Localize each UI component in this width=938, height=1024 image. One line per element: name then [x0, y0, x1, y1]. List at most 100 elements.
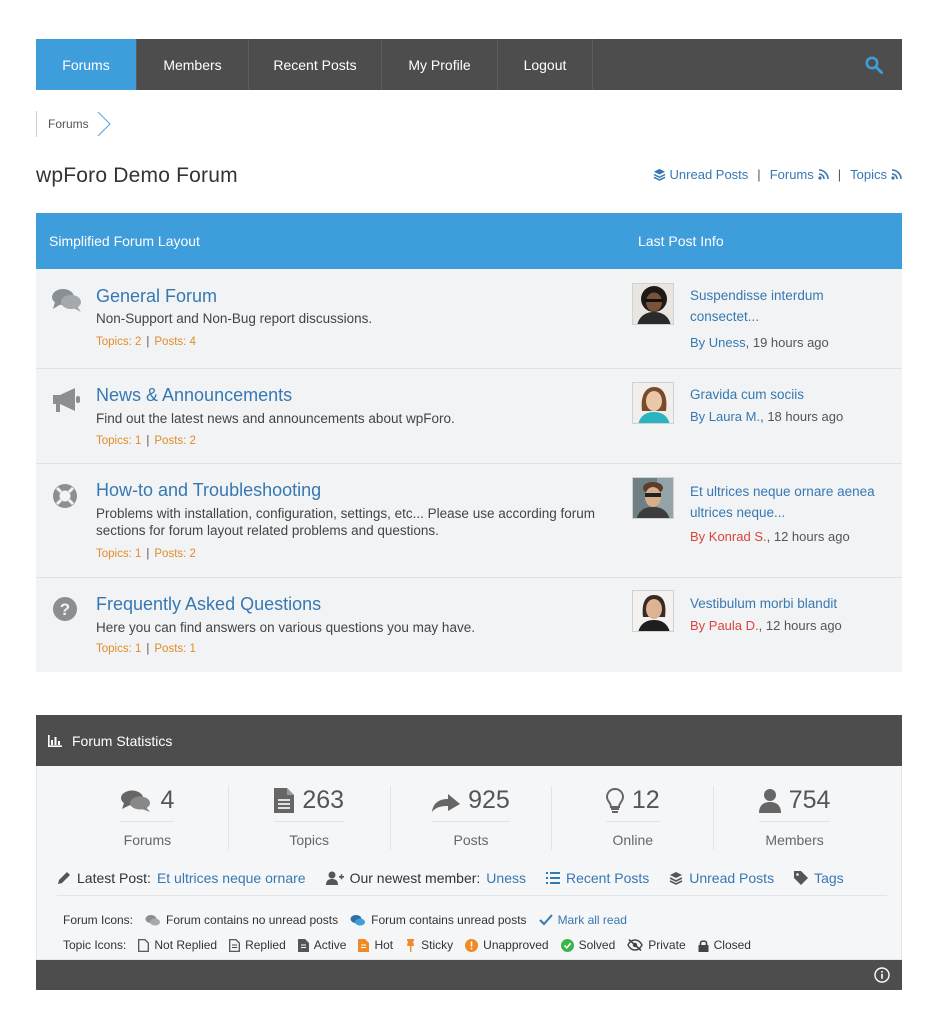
- forum-stats: Topics: 1 | Posts: 1: [96, 643, 196, 655]
- legend-not-replied: Not Replied: [138, 938, 217, 952]
- nav-logout[interactable]: Logout: [498, 39, 593, 90]
- last-post-author[interactable]: By Uness: [690, 335, 746, 350]
- lightbulb-icon: [605, 787, 624, 813]
- search-icon[interactable]: [846, 39, 902, 90]
- check-icon: [538, 914, 553, 926]
- avatar[interactable]: [632, 590, 674, 632]
- tags-label: Tags: [814, 870, 844, 886]
- breadcrumb-forums[interactable]: Forums: [36, 111, 111, 137]
- legend-label: Sticky: [421, 938, 454, 952]
- topic-icons-legend: Topic Icons: Not Replied Replied Active …: [63, 938, 763, 952]
- reply-icon: [432, 793, 461, 812]
- unread-posts-label: Unread Posts: [669, 167, 749, 182]
- stat-number: 4: [160, 786, 175, 814]
- avatar[interactable]: [632, 283, 674, 325]
- check-circle-icon: [560, 938, 574, 952]
- stat-label: Posts: [453, 832, 489, 848]
- forums-rss-link[interactable]: Forums: [770, 167, 829, 182]
- last-post-title[interactable]: Et ultrices neque ornare aenea ultrices …: [690, 481, 880, 523]
- latest-post-link[interactable]: Et ultrices neque ornare: [157, 870, 306, 886]
- forum-title[interactable]: General Forum: [96, 286, 217, 307]
- avatar[interactable]: [632, 477, 674, 519]
- statistics-header: Forum Statistics: [36, 715, 902, 766]
- avatar[interactable]: [632, 382, 674, 424]
- nav-recent-posts[interactable]: Recent Posts: [249, 39, 382, 90]
- pencil-icon: [58, 872, 70, 884]
- forum-stats: Topics: 1 | Posts: 2: [96, 548, 196, 560]
- legend-label: Private: [648, 938, 686, 952]
- nav-my-profile[interactable]: My Profile: [382, 39, 498, 90]
- forum-row: General Forum Non-Support and Non-Bug re…: [36, 269, 902, 369]
- info-icon[interactable]: [874, 967, 890, 983]
- legend-replied: Replied: [229, 938, 286, 952]
- list-icon: [545, 872, 560, 884]
- breadcrumb-label: Forums: [48, 117, 89, 131]
- unread-posts-stat-label: Unread Posts: [689, 870, 775, 886]
- forum-title[interactable]: Frequently Asked Questions: [96, 594, 321, 615]
- last-post-time: , 18 hours ago: [760, 409, 844, 424]
- tags-link[interactable]: Tags: [794, 870, 844, 886]
- forum-title[interactable]: News & Announcements: [96, 385, 292, 406]
- stat-label: Members: [765, 832, 824, 848]
- stat-topics: 263 Topics: [229, 786, 391, 850]
- unread-posts-link[interactable]: Unread Posts: [653, 167, 749, 182]
- statistics-title: Forum Statistics: [72, 732, 173, 749]
- forum-stats: Topics: 1 | Posts: 2: [96, 435, 196, 447]
- legend-sticky: Sticky: [405, 938, 453, 952]
- lock-icon: [698, 939, 709, 952]
- recent-posts-label: Recent Posts: [565, 870, 650, 886]
- unread-posts-stat-link[interactable]: Unread Posts: [669, 870, 774, 886]
- stat-value: 263: [274, 786, 345, 822]
- stat-value: 925: [432, 786, 510, 822]
- last-post-meta: By Uness, 19 hours ago: [690, 335, 829, 350]
- legend-hot: Hot: [358, 938, 393, 952]
- statistics-body: 4 Forums 263 Topics 925 Posts 12 Online …: [36, 766, 902, 960]
- last-post-author[interactable]: By Konrad S.: [690, 529, 767, 544]
- link-separator: |: [757, 167, 761, 182]
- last-post-author[interactable]: By Paula D.: [690, 618, 759, 633]
- forum-description: Non-Support and Non-Bug report discussio…: [96, 311, 373, 326]
- last-post-title[interactable]: Suspendisse interdum consectet...: [690, 285, 880, 327]
- exclamation-circle-icon: [465, 938, 479, 952]
- recent-posts-link[interactable]: Recent Posts: [545, 870, 650, 886]
- legend-label: Closed: [713, 938, 751, 952]
- newest-member-label: Our newest member:: [349, 870, 481, 886]
- latest-post-label: Latest Post:: [77, 870, 151, 886]
- legend-no-unread-label: Forum contains no unread posts: [166, 913, 339, 927]
- forum-stats: Topics: 2 | Posts: 4: [96, 336, 196, 348]
- last-post-author[interactable]: By Laura M.: [690, 409, 760, 424]
- last-post-title[interactable]: Gravida cum sociis: [690, 384, 880, 405]
- posts-count: Posts: 2: [154, 548, 196, 560]
- topics-count: Topics: 2: [96, 336, 142, 348]
- posts-count: Posts: 2: [154, 435, 196, 447]
- topics-rss-link[interactable]: Topics: [850, 167, 902, 182]
- comments-icon: [145, 915, 161, 926]
- nav-members[interactable]: Members: [137, 39, 249, 90]
- rss-icon: [891, 169, 902, 180]
- top-links: Unread Posts | Forums | Topics: [653, 167, 902, 182]
- stat-members: 754 Members: [714, 786, 875, 850]
- stat-label: Topics: [289, 832, 330, 848]
- posts-count: Posts: 4: [154, 336, 196, 348]
- last-post-meta: By Konrad S., 12 hours ago: [690, 529, 850, 544]
- last-post-title[interactable]: Vestibulum morbi blandit: [690, 593, 880, 614]
- forum-row: How-to and Troubleshooting Problems with…: [36, 464, 902, 578]
- newest-member-link[interactable]: Uness: [486, 870, 526, 886]
- legend-closed: Closed: [698, 938, 751, 952]
- forum-title[interactable]: How-to and Troubleshooting: [96, 480, 321, 501]
- eye-slash-icon: [627, 939, 644, 951]
- topics-count: Topics: 1: [96, 435, 142, 447]
- forum-icons-legend: Forum Icons: Forum contains no unread po…: [63, 913, 639, 927]
- statistics-links: Latest Post: Et ultrices neque ornare Ou…: [57, 870, 887, 896]
- legend-has-unread: Forum contains unread posts: [350, 913, 527, 927]
- mark-all-read-link[interactable]: Mark all read: [538, 913, 627, 927]
- tag-icon: [794, 871, 809, 885]
- nav-forums[interactable]: Forums: [36, 39, 137, 90]
- stat-value: 4: [120, 786, 175, 822]
- statistics-footer: [36, 960, 902, 990]
- legend-solved: Solved: [560, 938, 615, 952]
- forum-row: ? Frequently Asked Questions Here you ca…: [36, 578, 902, 672]
- stat-number: 754: [788, 786, 831, 814]
- legend-has-unread-label: Forum contains unread posts: [371, 913, 527, 927]
